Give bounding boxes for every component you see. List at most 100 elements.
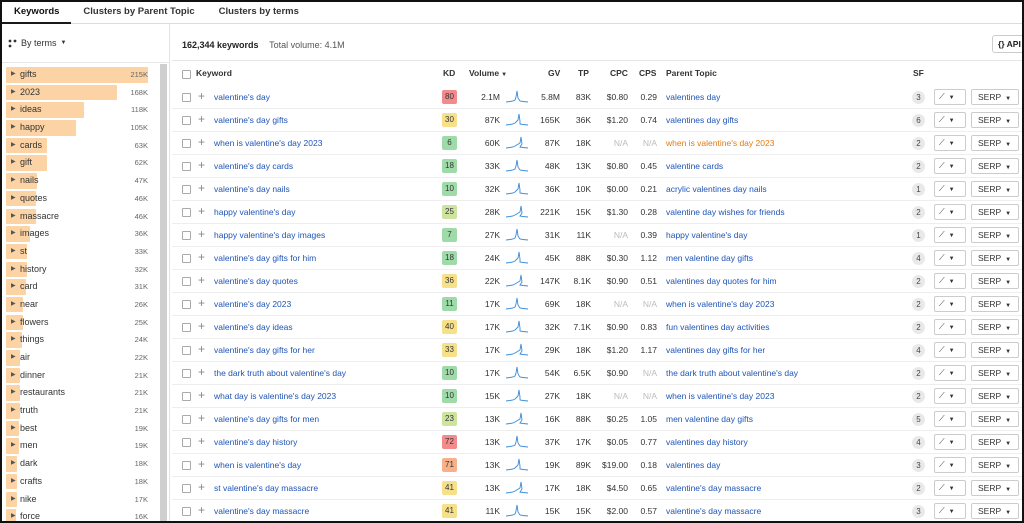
- parent-topic-link[interactable]: valentines day: [666, 460, 720, 470]
- add-to-list-icon[interactable]: +: [198, 457, 205, 471]
- term-item[interactable]: ▶ force 16K: [6, 508, 156, 521]
- serp-dropdown[interactable]: SERP ▼: [971, 365, 1019, 381]
- col-kd[interactable]: KD: [443, 68, 455, 78]
- keyword-link[interactable]: when is valentine's day 2023: [214, 138, 322, 148]
- serp-dropdown[interactable]: SERP ▼: [971, 411, 1019, 427]
- term-item[interactable]: ▶ truth 21K: [6, 402, 156, 420]
- row-checkbox[interactable]: [182, 116, 191, 125]
- trend-chart-dropdown[interactable]: ⟋ ▼: [934, 365, 966, 381]
- add-to-list-icon[interactable]: +: [198, 365, 205, 379]
- keyword-link[interactable]: happy valentine's day: [214, 207, 296, 217]
- serp-dropdown[interactable]: SERP ▼: [971, 388, 1019, 404]
- parent-topic-link[interactable]: valentine's day massacre: [666, 483, 761, 493]
- trend-chart-dropdown[interactable]: ⟋ ▼: [934, 411, 966, 427]
- trend-chart-dropdown[interactable]: ⟋ ▼: [934, 135, 966, 151]
- term-item[interactable]: ▶ dinner 21K: [6, 367, 156, 385]
- add-to-list-icon[interactable]: +: [198, 135, 205, 149]
- col-gv[interactable]: GV: [548, 68, 560, 78]
- add-to-list-icon[interactable]: +: [198, 296, 205, 310]
- add-to-list-icon[interactable]: +: [198, 411, 205, 425]
- parent-topic-link[interactable]: valentine day wishes for friends: [666, 207, 785, 217]
- term-item[interactable]: ▶ air 22K: [6, 349, 156, 367]
- tab-keywords[interactable]: Keywords: [2, 2, 72, 24]
- term-item[interactable]: ▶ flowers 25K: [6, 314, 156, 332]
- add-to-list-icon[interactable]: +: [198, 112, 205, 126]
- serp-dropdown[interactable]: SERP ▼: [971, 250, 1019, 266]
- serp-dropdown[interactable]: SERP ▼: [971, 135, 1019, 151]
- trend-chart-dropdown[interactable]: ⟋ ▼: [934, 273, 966, 289]
- col-volume[interactable]: Volume ▼: [469, 68, 507, 78]
- parent-topic-link[interactable]: men valentine day gifts: [666, 253, 753, 263]
- api-button[interactable]: {} API: [992, 35, 1022, 53]
- parent-topic-link[interactable]: when is valentine's day 2023: [666, 299, 774, 309]
- sidebar-scrollbar[interactable]: [160, 64, 167, 521]
- add-to-list-icon[interactable]: +: [198, 227, 205, 241]
- trend-chart-dropdown[interactable]: ⟋ ▼: [934, 89, 966, 105]
- add-to-list-icon[interactable]: +: [198, 480, 205, 494]
- add-to-list-icon[interactable]: +: [198, 434, 205, 448]
- term-item[interactable]: ▶ men 19K: [6, 437, 156, 455]
- col-cps[interactable]: CPS: [639, 68, 656, 78]
- col-keyword[interactable]: Keyword: [196, 68, 232, 78]
- row-checkbox[interactable]: [182, 208, 191, 217]
- parent-topic-link[interactable]: when is valentine's day 2023: [666, 391, 774, 401]
- row-checkbox[interactable]: [182, 438, 191, 447]
- keyword-link[interactable]: valentine's day nails: [214, 184, 290, 194]
- term-item[interactable]: ▶ near 26K: [6, 296, 156, 314]
- parent-topic-link[interactable]: fun valentines day activities: [666, 322, 769, 332]
- trend-chart-dropdown[interactable]: ⟋ ▼: [934, 204, 966, 220]
- trend-chart-dropdown[interactable]: ⟋ ▼: [934, 503, 966, 519]
- row-checkbox[interactable]: [182, 277, 191, 286]
- parent-topic-link[interactable]: valentine cards: [666, 161, 723, 171]
- keyword-link[interactable]: valentine's day cards: [214, 161, 293, 171]
- keyword-link[interactable]: valentine's day quotes: [214, 276, 298, 286]
- term-item[interactable]: ▶ quotes 46K: [6, 190, 156, 208]
- row-checkbox[interactable]: [182, 323, 191, 332]
- keyword-link[interactable]: valentine's day gifts for her: [214, 345, 315, 355]
- row-checkbox[interactable]: [182, 369, 191, 378]
- term-item[interactable]: ▶ history 32K: [6, 261, 156, 279]
- serp-dropdown[interactable]: SERP ▼: [971, 434, 1019, 450]
- trend-chart-dropdown[interactable]: ⟋ ▼: [934, 434, 966, 450]
- parent-topic-link[interactable]: acrylic valentines day nails: [666, 184, 767, 194]
- row-checkbox[interactable]: [182, 185, 191, 194]
- parent-topic-link[interactable]: valentines day: [666, 92, 720, 102]
- term-item[interactable]: ▶ nails 47K: [6, 172, 156, 190]
- trend-chart-dropdown[interactable]: ⟋ ▼: [934, 296, 966, 312]
- row-checkbox[interactable]: [182, 139, 191, 148]
- serp-dropdown[interactable]: SERP ▼: [971, 480, 1019, 496]
- trend-chart-dropdown[interactable]: ⟋ ▼: [934, 457, 966, 473]
- term-item[interactable]: ▶ gift 62K: [6, 154, 156, 172]
- term-item[interactable]: ▶ cards 63K: [6, 137, 156, 155]
- col-parent-topic[interactable]: Parent Topic: [666, 68, 717, 78]
- parent-topic-link[interactable]: valentines day gifts for her: [666, 345, 765, 355]
- add-to-list-icon[interactable]: +: [198, 342, 205, 356]
- term-item[interactable]: ▶ dark 18K: [6, 455, 156, 473]
- serp-dropdown[interactable]: SERP ▼: [971, 227, 1019, 243]
- serp-dropdown[interactable]: SERP ▼: [971, 457, 1019, 473]
- row-checkbox[interactable]: [182, 254, 191, 263]
- row-checkbox[interactable]: [182, 415, 191, 424]
- serp-dropdown[interactable]: SERP ▼: [971, 296, 1019, 312]
- term-item[interactable]: ▶ nike 17K: [6, 491, 156, 509]
- parent-topic-link[interactable]: men valentine day gifts: [666, 414, 753, 424]
- term-item[interactable]: ▶ 2023 168K: [6, 84, 156, 102]
- add-to-list-icon[interactable]: +: [198, 250, 205, 264]
- parent-topic-link[interactable]: happy valentine's day: [666, 230, 748, 240]
- term-item[interactable]: ▶ happy 105K: [6, 119, 156, 137]
- term-item[interactable]: ▶ massacre 46K: [6, 208, 156, 226]
- trend-chart-dropdown[interactable]: ⟋ ▼: [934, 227, 966, 243]
- serp-dropdown[interactable]: SERP ▼: [971, 181, 1019, 197]
- serp-dropdown[interactable]: SERP ▼: [971, 89, 1019, 105]
- trend-chart-dropdown[interactable]: ⟋ ▼: [934, 250, 966, 266]
- keyword-link[interactable]: valentine's day: [214, 92, 270, 102]
- col-sf[interactable]: SF: [913, 68, 924, 78]
- trend-chart-dropdown[interactable]: ⟋ ▼: [934, 342, 966, 358]
- col-tp[interactable]: TP: [578, 68, 589, 78]
- serp-dropdown[interactable]: SERP ▼: [971, 273, 1019, 289]
- by-terms-dropdown[interactable]: By terms ▼: [8, 38, 66, 48]
- term-item[interactable]: ▶ best 19K: [6, 420, 156, 438]
- parent-topic-link[interactable]: valentines day quotes for him: [666, 276, 777, 286]
- trend-chart-dropdown[interactable]: ⟋ ▼: [934, 480, 966, 496]
- add-to-list-icon[interactable]: +: [198, 158, 205, 172]
